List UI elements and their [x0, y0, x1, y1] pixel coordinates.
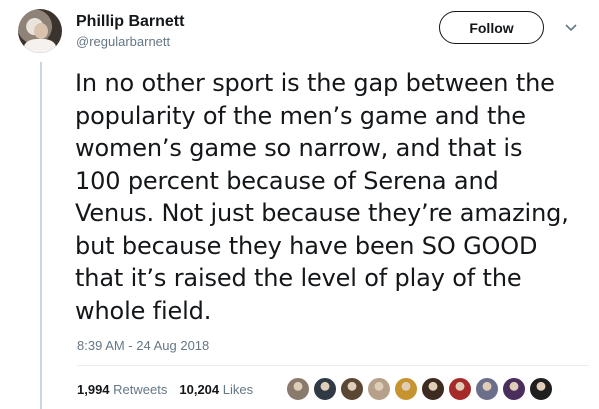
- tweet-line: that it’s raised the level of play of th…: [75, 264, 522, 292]
- tweet-line: In no other sport is the gap between the: [75, 69, 555, 97]
- likes-label: Likes: [222, 382, 254, 397]
- liker-avatars: [286, 377, 556, 401]
- likes-stat[interactable]: 10,204 Likes: [179, 382, 253, 397]
- timestamp[interactable]: 8:39 AM - 24 Aug 2018: [77, 338, 209, 353]
- likes-count: 10,204: [179, 382, 220, 397]
- follow-button[interactable]: Follow: [439, 11, 544, 44]
- retweets-label: Retweets: [113, 382, 168, 397]
- liker-avatar[interactable]: [394, 377, 418, 401]
- liker-avatar[interactable]: [340, 377, 364, 401]
- tweet-line: popularity of the men’s game and the: [75, 101, 526, 130]
- liker-avatar[interactable]: [286, 377, 310, 401]
- tweet-header: Phillip Barnett @regularbarnett Follow: [18, 9, 588, 55]
- liker-avatar[interactable]: [529, 377, 553, 401]
- liker-avatar[interactable]: [475, 377, 499, 401]
- retweets-count: 1,994: [77, 382, 110, 397]
- avatar-shirt: [24, 39, 56, 53]
- avatar[interactable]: [18, 9, 62, 53]
- author-handle[interactable]: @regularbarnett: [76, 34, 170, 49]
- thread-line: [40, 62, 42, 409]
- liker-avatar[interactable]: [502, 377, 526, 401]
- liker-avatar[interactable]: [367, 377, 391, 401]
- retweets-stat[interactable]: 1,994 Retweets: [77, 382, 167, 397]
- tweet-line: but because they have been SO GOOD: [75, 231, 538, 260]
- engagement-stats: 1,994 Retweets 10,204 Likes: [77, 382, 253, 397]
- divider: [77, 365, 589, 366]
- liker-avatar[interactable]: [313, 377, 337, 401]
- avatar-face: [34, 23, 48, 39]
- tweet-text: In no other sport is the gap between the…: [75, 67, 590, 327]
- tweet-line: women’s game so narrow, and that is: [75, 134, 523, 162]
- author-name[interactable]: Phillip Barnett: [76, 13, 184, 31]
- tweet-line: Venus. Not just because they’re amazing,: [75, 199, 569, 227]
- tweet-line: whole field.: [75, 296, 212, 325]
- tweet-line: 100 percent because of Serena and: [75, 166, 499, 195]
- liker-avatar[interactable]: [448, 377, 472, 401]
- chevron-down-icon[interactable]: [563, 22, 579, 34]
- liker-avatar[interactable]: [421, 377, 445, 401]
